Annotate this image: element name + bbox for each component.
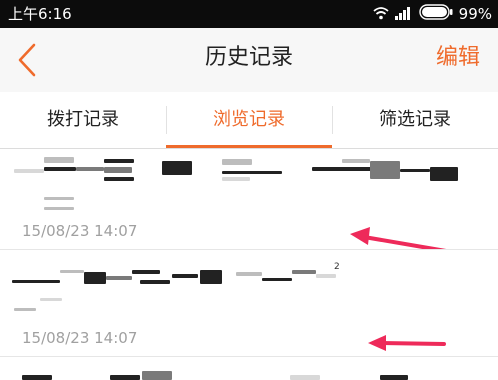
status-bar: 上午6:16 99% [0,0,498,28]
tab-call-records[interactable]: 拨打记录 [0,92,166,147]
tab-browse-records-label: 浏览记录 [213,109,285,130]
page-title: 历史记录 [204,45,293,70]
edit-button[interactable]: 编辑 [436,42,480,74]
tab-filter-records[interactable]: 筛选记录 [332,92,498,147]
record-item[interactable] [0,357,498,380]
active-tab-indicator [166,145,332,148]
tab-browse-records[interactable]: 浏览记录 [166,92,332,148]
record-item[interactable]: 2 15/08/23 14:07 [0,250,498,356]
superscript-marker: 2 [334,262,340,272]
record-list: 15/08/23 14:07 2 15/08/23 14:07 [0,149,498,380]
signal-icon [394,5,413,24]
title-bar: 历史记录 编辑 [0,28,498,92]
tab-bar: 拨打记录 浏览记录 筛选记录 [0,92,498,149]
record-time: 15/08/23 14:07 [22,222,138,240]
battery-percent: 99% [458,5,492,23]
status-icons: 99% [373,4,492,24]
wifi-icon [373,5,389,24]
record-time: 15/08/23 14:07 [22,329,138,347]
status-time: 上午6:16 [8,5,72,23]
battery-icon [418,4,453,24]
arrow-annotation [368,335,446,351]
record-item[interactable]: 15/08/23 14:07 [0,149,498,253]
